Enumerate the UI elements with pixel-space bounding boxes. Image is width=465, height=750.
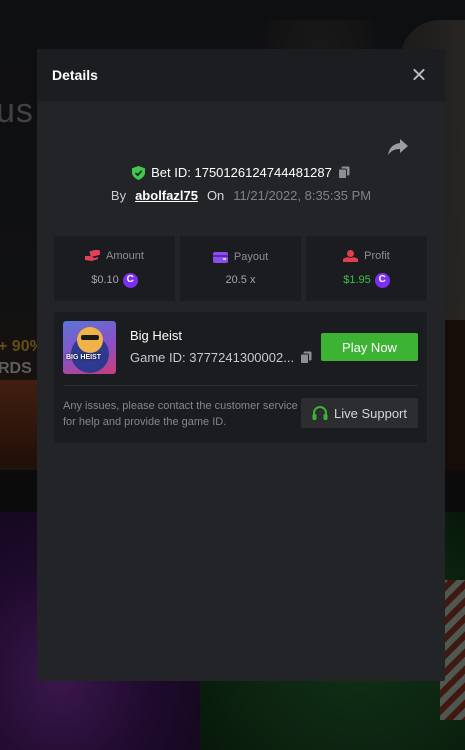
wallet-icon — [212, 251, 228, 263]
bet-datetime: 11/21/2022, 8:35:35 PM — [233, 188, 372, 203]
stat-amount-header: Amount — [85, 250, 144, 262]
coin-icon: C — [122, 272, 138, 288]
stat-payout-value: 20.5 x — [225, 274, 256, 286]
coin-icon: C — [374, 272, 390, 288]
game-thumbnail[interactable]: BIG HEIST — [63, 321, 116, 374]
game-id-row: Game ID: 3777241300002... — [130, 350, 312, 365]
live-support-button[interactable]: Live Support — [301, 398, 418, 428]
bet-author-row: By abolfazl75 On 11/21/2022, 8:35:35 PM — [37, 188, 445, 203]
game-thumbnail-character — [77, 327, 103, 353]
bet-id: Bet ID: 1750126124744481287 — [151, 165, 332, 180]
stat-profit-value-row: $1.95 C — [343, 272, 390, 288]
username-link[interactable]: abolfazl75 — [135, 188, 198, 203]
by-label: By — [110, 188, 127, 203]
modal-title: Details — [52, 67, 98, 83]
stat-amount-value-row: $0.10 C — [91, 272, 138, 288]
stat-payout-label: Payout — [233, 251, 269, 263]
stat-payout-header: Payout — [212, 251, 269, 263]
copy-bet-id-icon[interactable] — [337, 166, 350, 179]
verified-shield-icon — [132, 165, 146, 180]
headset-icon — [312, 405, 328, 420]
live-support-label: Live Support — [334, 405, 407, 421]
bet-details-modal: Details Bet ID: 1750126124744481287 By a… — [37, 49, 445, 681]
game-thumbnail-logo: BIG HEIST — [66, 354, 102, 361]
profit-icon — [343, 249, 359, 262]
share-icon[interactable] — [387, 137, 409, 157]
game-panel: BIG HEIST Big Heist Game ID: 37772413000… — [54, 312, 427, 443]
game-name: Big Heist — [130, 328, 183, 343]
play-now-button[interactable]: Play Now — [321, 333, 418, 361]
copy-game-id-icon[interactable] — [300, 351, 312, 364]
stat-profit-value: $1.95 — [343, 274, 371, 286]
stat-profit-header: Profit — [343, 249, 390, 262]
stat-amount: Amount $0.10 C — [54, 236, 175, 301]
stat-amount-label: Amount — [106, 249, 144, 262]
game-thumbnail-glasses — [81, 335, 99, 340]
modal-header: Details — [37, 49, 445, 101]
bet-stats: Amount $0.10 C Payout 20.5 x Profit $1.9… — [54, 236, 427, 301]
stat-payout-value-row: 20.5 x — [226, 274, 256, 286]
money-hand-icon — [85, 250, 101, 261]
on-label: On — [206, 188, 225, 203]
stat-amount-value: $0.10 — [91, 274, 119, 286]
bet-id-row: Bet ID: 1750126124744481287 — [37, 165, 445, 180]
game-id: Game ID: 3777241300002... — [130, 350, 295, 365]
stat-profit-label: Profit — [364, 249, 390, 262]
divider — [63, 385, 418, 386]
support-note: Any issues, please contact the customer … — [63, 400, 298, 428]
stat-profit: Profit $1.95 C — [306, 236, 427, 301]
close-icon[interactable] — [411, 67, 427, 83]
stat-payout: Payout 20.5 x — [180, 236, 301, 301]
